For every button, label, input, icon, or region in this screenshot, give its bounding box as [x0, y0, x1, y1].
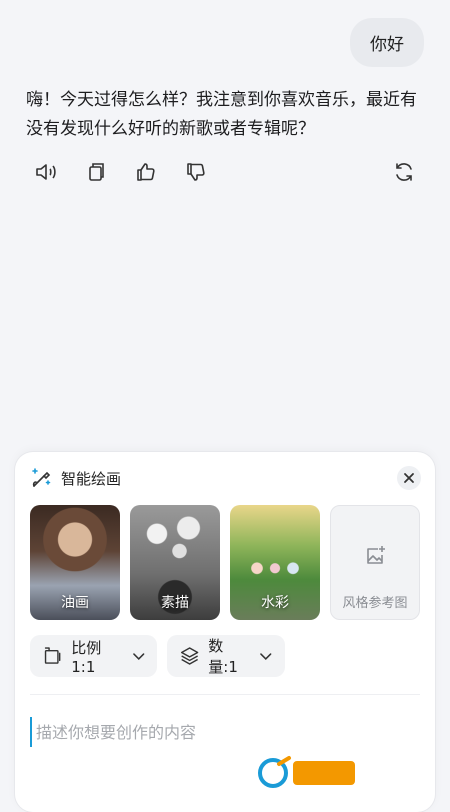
style-card-watercolor[interactable]: 水彩	[230, 505, 320, 620]
style-label: 风格参考图	[342, 596, 408, 611]
aspect-ratio-label: 比例1:1	[71, 638, 102, 676]
copy-icon[interactable]	[82, 158, 110, 186]
refresh-icon[interactable]	[390, 158, 418, 186]
style-card-oil[interactable]: 油画	[30, 505, 120, 620]
style-label: 素描	[161, 595, 189, 611]
magic-brush-icon	[32, 468, 51, 487]
close-icon	[404, 473, 414, 483]
layers-icon	[180, 647, 199, 665]
user-message-bubble: 你好	[350, 18, 424, 67]
chevron-down-icon	[260, 653, 272, 660]
close-button[interactable]	[397, 466, 421, 490]
image-count-label: 数量:1	[208, 637, 238, 676]
thumbs-down-icon[interactable]	[182, 158, 210, 186]
divider	[30, 694, 420, 695]
style-card-sketch[interactable]: 素描	[130, 505, 220, 620]
aspect-ratio-selector[interactable]: 比例1:1	[30, 635, 157, 677]
speaker-icon[interactable]	[32, 158, 60, 186]
image-count-selector[interactable]: 数量:1	[167, 635, 285, 677]
chevron-down-icon	[132, 653, 144, 660]
panel-header: 智能绘画	[29, 466, 421, 492]
thumbs-up-icon[interactable]	[132, 158, 160, 186]
style-label: 油画	[61, 595, 89, 611]
message-action-bar	[32, 158, 418, 186]
prompt-input[interactable]	[30, 717, 420, 747]
ai-message-text: 嗨！今天过得怎么样？我注意到你喜欢音乐，最近有没有发现什么好听的新歌或者专辑呢？	[26, 90, 417, 139]
add-image-icon	[367, 546, 385, 564]
style-card-reference-image[interactable]: 风格参考图	[330, 505, 420, 620]
panel-title: 智能绘画	[61, 470, 122, 488]
style-label: 水彩	[261, 595, 289, 611]
site-watermark-logo	[255, 756, 430, 790]
aspect-ratio-icon	[44, 647, 61, 664]
